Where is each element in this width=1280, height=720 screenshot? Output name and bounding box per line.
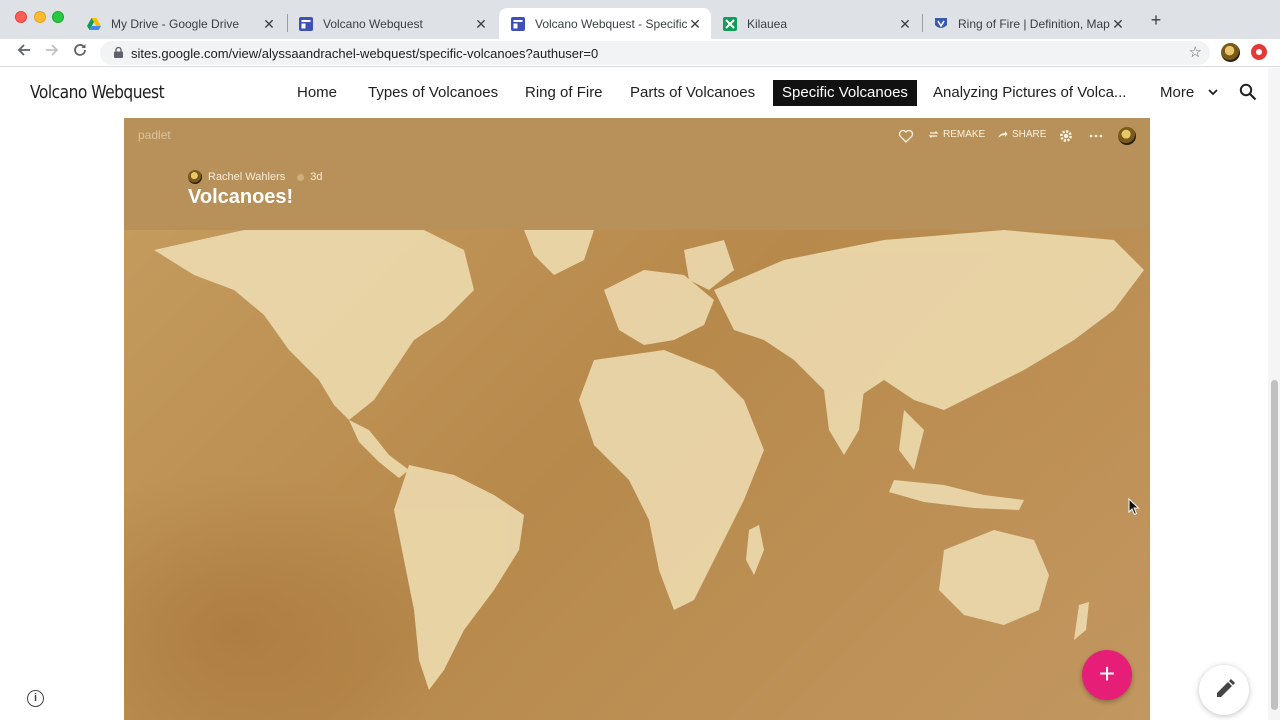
add-post-button[interactable]: + (1082, 650, 1132, 700)
browser-tab-specific-volcanoes[interactable]: Volcano Webquest - Specific V ✕ (499, 8, 711, 39)
google-sites-icon (511, 16, 525, 31)
info-icon[interactable]: i (27, 690, 44, 707)
pencil-icon (1217, 679, 1235, 697)
heart-icon[interactable] (898, 128, 914, 144)
tab-title: Kilauea (747, 16, 788, 31)
close-tab-icon[interactable]: ✕ (1110, 16, 1126, 32)
browser-tab-strip: My Drive - Google Drive ✕ Volcano Webque… (0, 0, 1280, 39)
lock-icon (114, 47, 123, 58)
edit-page-button[interactable] (1199, 665, 1249, 715)
nav-item-specific-volcanoes[interactable]: Specific Volcanoes (773, 80, 917, 106)
browser-tab-kilauea[interactable]: Kilauea ✕ (711, 8, 921, 39)
nav-item-home[interactable]: Home (297, 80, 337, 106)
britannica-icon (934, 17, 948, 31)
url-text: sites.google.com/view/alyssaandrachel-we… (131, 46, 599, 61)
padlet-embed: padlet REMAKE SHARE Rachel Wahlers 3d Vo… (124, 118, 1150, 720)
close-tab-icon[interactable]: ✕ (687, 16, 703, 32)
browser-toolbar: sites.google.com/view/alyssaandrachel-we… (0, 39, 1280, 67)
author-row: Rachel Wahlers 3d (188, 170, 322, 184)
maximize-window-button[interactable] (52, 11, 64, 23)
minimize-window-button[interactable] (34, 11, 46, 23)
padlet-logo[interactable]: padlet (138, 128, 171, 142)
search-icon[interactable] (1239, 83, 1257, 101)
close-window-button[interactable] (15, 11, 27, 23)
close-tab-icon[interactable]: ✕ (897, 16, 913, 32)
google-sheets-icon (723, 16, 737, 31)
separator-dot (297, 173, 305, 181)
world-map-illustration (154, 230, 1144, 690)
author-avatar (188, 170, 202, 184)
remake-icon (928, 131, 939, 138)
bookmark-star-icon[interactable]: ☆ (1189, 43, 1202, 61)
page-scrollbar-thumb[interactable] (1271, 380, 1278, 710)
profile-avatar[interactable] (1221, 43, 1240, 62)
extension-icon[interactable] (1251, 44, 1267, 60)
tab-title: Ring of Fire | Definition, Map, & (958, 16, 1110, 31)
browser-tab-volcano-webquest[interactable]: Volcano Webquest ✕ (287, 8, 497, 39)
remake-label: REMAKE (943, 129, 986, 140)
nav-more-button[interactable]: More (1160, 80, 1194, 106)
chevron-down-icon[interactable] (1208, 87, 1218, 97)
back-button[interactable] (13, 42, 35, 64)
tab-title: My Drive - Google Drive (111, 16, 240, 31)
nav-item-analyzing-pictures[interactable]: Analyzing Pictures of Volca... (933, 80, 1126, 106)
tab-title: Volcano Webquest - Specific V (535, 16, 687, 31)
site-title[interactable]: Volcano Webquest (30, 82, 165, 103)
arrow-left-icon (17, 44, 30, 56)
padlet-header: padlet REMAKE SHARE Rachel Wahlers 3d Vo… (124, 118, 1150, 230)
nav-item-parts-of-volcanoes[interactable]: Parts of Volcanoes (630, 80, 755, 106)
mouse-cursor-icon (1128, 498, 1140, 516)
padlet-user-avatar[interactable] (1118, 127, 1136, 145)
reload-icon (74, 44, 86, 56)
google-drive-icon (87, 17, 101, 31)
site-header: Volcano Webquest Home Types of Volcanoes… (0, 68, 1268, 118)
browser-tab-google-drive[interactable]: My Drive - Google Drive ✕ (75, 8, 285, 39)
new-tab-button[interactable]: + (1146, 10, 1166, 30)
close-tab-icon[interactable]: ✕ (473, 16, 489, 32)
gear-icon[interactable] (1058, 128, 1074, 144)
browser-tab-ring-of-fire[interactable]: Ring of Fire | Definition, Map, & ✕ (922, 8, 1134, 39)
remake-button[interactable]: REMAKE (928, 129, 985, 140)
nav-item-ring-of-fire[interactable]: Ring of Fire (525, 80, 603, 106)
close-tab-icon[interactable]: ✕ (261, 16, 277, 32)
share-label: SHARE (1012, 129, 1047, 140)
more-horizontal-icon[interactable] (1088, 128, 1104, 144)
nav-item-types-of-volcanoes[interactable]: Types of Volcanoes (368, 80, 498, 106)
world-map-wallpaper (124, 230, 1150, 720)
tab-title: Volcano Webquest (323, 16, 423, 31)
address-bar[interactable]: sites.google.com/view/alyssaandrachel-we… (100, 41, 1210, 65)
padlet-title: Volcanoes! (188, 186, 294, 208)
reload-button[interactable] (69, 42, 91, 64)
author-name: Rachel Wahlers (208, 171, 286, 183)
arrow-right-icon (46, 44, 59, 56)
forward-button[interactable] (41, 42, 63, 64)
google-sites-icon (299, 16, 313, 31)
share-icon (998, 131, 1008, 138)
post-age: 3d (310, 171, 323, 183)
share-button[interactable]: SHARE (997, 129, 1046, 140)
